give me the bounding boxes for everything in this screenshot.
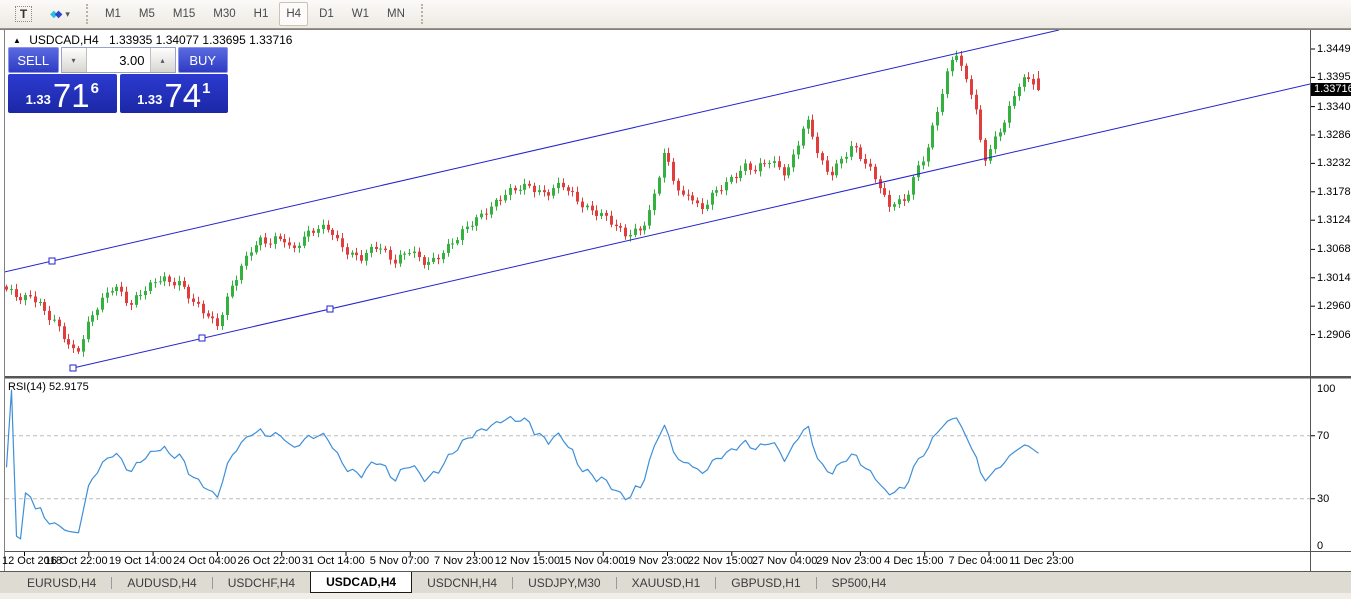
price-axis-label: 1.30145	[1317, 272, 1351, 284]
price-axis-label: 1.32320	[1317, 157, 1351, 169]
chart-tab-eurusdh4[interactable]: EURUSD,H4	[12, 572, 111, 593]
price-axis-label: 1.29065	[1317, 329, 1351, 341]
time-axis-label: 15 Nov 04:00	[559, 555, 624, 567]
time-axis-label: 5 Nov 07:00	[370, 555, 429, 567]
rsi-axis-label: 0	[1317, 540, 1323, 552]
volume-input[interactable]: 3.00	[87, 48, 150, 72]
buy-button[interactable]: BUY	[178, 47, 229, 73]
chart-tab-gbpusdh1[interactable]: GBPUSD,H1	[716, 572, 815, 593]
time-axis-label: 22 Nov 15:00	[688, 555, 753, 567]
buy-price-pip: 1	[202, 80, 210, 97]
time-axis-label: 16 Oct 22:00	[45, 555, 108, 567]
channel-anchor-handle[interactable]	[327, 306, 333, 312]
rsi-axis-label: 70	[1317, 430, 1329, 442]
terminal-window: T ◆ ◆ ▾ M1M5M15M30H1H4D1W1MN ▲ USDCAD,H4…	[0, 0, 1351, 599]
rsi-axis-label: 100	[1317, 383, 1335, 395]
time-axis-label: 4 Dec 15:00	[884, 555, 943, 567]
rsi-indicator-label: RSI(14) 52.9175	[8, 381, 89, 393]
buy-price-main: 74	[164, 79, 201, 112]
chart-title: ▲ USDCAD,H4 1.33935 1.34077 1.33695 1.33…	[13, 33, 292, 47]
current-price-tag: 1.33716	[1311, 83, 1351, 96]
time-axis-label: 26 Oct 22:00	[238, 555, 301, 567]
one-click-trading-panel: SELL ▾ 3.00 ▴ BUY 1.33 71 6 1.33 74 1	[8, 47, 228, 113]
price-axis-label: 1.31780	[1317, 186, 1351, 198]
chart-tab-usdchfh4[interactable]: USDCHF,H4	[213, 572, 310, 593]
time-axis-label: 7 Dec 04:00	[948, 555, 1007, 567]
time-axis-label: 27 Nov 04:00	[752, 555, 817, 567]
chart-tab-usdcnhh4[interactable]: USDCNH,H4	[412, 572, 512, 593]
time-axis-label: 29 Nov 23:00	[816, 555, 881, 567]
window-bottom-strip	[0, 593, 1351, 599]
price-axis-label: 1.33955	[1317, 71, 1351, 83]
rsi-axis-label: 30	[1317, 493, 1329, 505]
time-axis-label: 31 Oct 14:00	[302, 555, 365, 567]
rsi-line	[7, 390, 1039, 539]
chart-tab-audusdh4[interactable]: AUDUSD,H4	[112, 572, 211, 593]
chart-tab-bar: EURUSD,H4AUDUSD,H4USDCHF,H4USDCAD,H4USDC…	[0, 571, 1351, 593]
collapse-panel-icon[interactable]: ▲	[13, 36, 21, 45]
chart-tab-usdcadh4[interactable]: USDCAD,H4	[310, 572, 412, 593]
channel-anchor-handle[interactable]	[70, 365, 76, 371]
chart-symbol-period: USDCAD,H4	[29, 33, 98, 47]
sell-price-pip: 6	[91, 80, 99, 97]
price-axis-label: 1.30685	[1317, 243, 1351, 255]
sell-button[interactable]: SELL	[8, 47, 59, 73]
price-axis-label: 1.33400	[1317, 101, 1351, 113]
price-axis-label: 1.32860	[1317, 129, 1351, 141]
buy-price-display[interactable]: 1.33 74 1	[120, 74, 229, 113]
time-axis-label: 24 Oct 04:00	[173, 555, 236, 567]
time-axis-label: 19 Nov 23:00	[623, 555, 688, 567]
price-axis-label: 1.34495	[1317, 43, 1351, 55]
price-axis-label: 1.31240	[1317, 214, 1351, 226]
sell-price-display[interactable]: 1.33 71 6	[8, 74, 117, 113]
channel-anchor-handle[interactable]	[49, 258, 55, 264]
volume-box: ▾ 3.00 ▴	[61, 47, 176, 73]
channel-anchor-handle[interactable]	[199, 335, 205, 341]
volume-decrease-button[interactable]: ▾	[62, 48, 87, 72]
chart-ohlc-values: 1.33935 1.34077 1.33695 1.33716	[109, 33, 293, 47]
time-axis-label: 7 Nov 23:00	[434, 555, 493, 567]
price-axis-label: 1.29605	[1317, 300, 1351, 312]
time-axis-label: 12 Nov 15:00	[495, 555, 560, 567]
buy-price-prefix: 1.33	[137, 92, 162, 107]
chart-tab-usdjpym30[interactable]: USDJPY,M30	[513, 572, 615, 593]
volume-increase-button[interactable]: ▴	[150, 48, 175, 72]
time-axis-label: 11 Dec 23:00	[1009, 555, 1074, 567]
chart-tab-xauusdh1[interactable]: XAUUSD,H1	[617, 572, 716, 593]
sell-price-main: 71	[53, 79, 90, 112]
time-axis-label: 19 Oct 14:00	[109, 555, 172, 567]
chart-tab-sp500h4[interactable]: SP500,H4	[817, 572, 902, 593]
sell-price-prefix: 1.33	[26, 92, 51, 107]
